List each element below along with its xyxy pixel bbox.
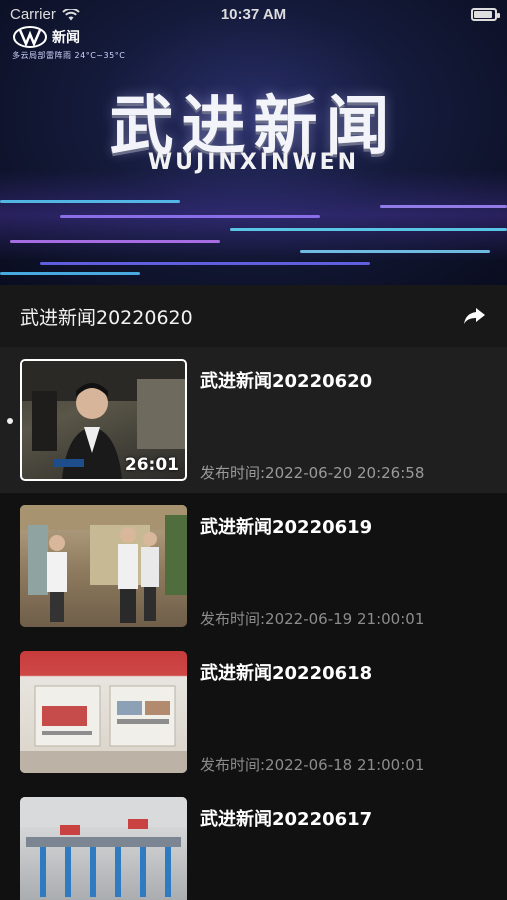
episode-item[interactable]: 26:01 武进新闻20220620 发布时间:2022-06-20 20:26… — [0, 347, 507, 493]
playing-indicator — [7, 418, 13, 424]
publish-date: 发布时间:2022-06-18 21:00:01 — [200, 756, 425, 774]
thumbnail-image — [20, 685, 187, 773]
share-icon[interactable] — [461, 303, 487, 329]
light-streak — [40, 262, 370, 265]
publish-date: 发布时间:2022-06-19 21:00:01 — [200, 610, 425, 628]
wifi-icon — [62, 7, 80, 21]
episode-title: 武进新闻20220617 — [200, 809, 373, 830]
episode-title: 武进新闻20220619 — [200, 517, 373, 538]
episode-title-bar: 武进新闻20220620 — [0, 285, 507, 347]
light-streak — [10, 240, 220, 243]
channel-logo-icon — [13, 26, 47, 48]
light-streak — [60, 215, 320, 218]
episode-thumbnail[interactable] — [20, 505, 187, 627]
episode-item[interactable]: 武进新闻20220618 发布时间:2022-06-18 21:00:01 — [0, 639, 507, 785]
current-episode-title: 武进新闻20220620 — [20, 306, 193, 329]
episode-thumbnail[interactable] — [20, 651, 187, 773]
episode-thumbnail[interactable] — [20, 797, 187, 900]
battery-level — [474, 10, 492, 18]
episode-item[interactable]: 武进新闻20220619 发布时间:2022-06-19 21:00:01 — [0, 493, 507, 639]
program-pinyin: WUJINXINWEN — [147, 150, 360, 175]
light-streak — [230, 228, 507, 231]
weather-ticker: 多云局部雷阵雨 24°C~35°C — [12, 51, 126, 60]
video-duration: 26:01 — [124, 455, 179, 475]
episode-title: 武进新闻20220620 — [200, 371, 373, 392]
light-streak — [0, 200, 180, 203]
episode-item[interactable]: 武进新闻20220617 — [0, 785, 507, 900]
thumbnail-image — [20, 505, 187, 623]
carrier-label: Carrier — [10, 5, 56, 23]
thumbnail-image — [20, 797, 187, 897]
episode-thumbnail[interactable]: 26:01 — [20, 359, 187, 481]
publish-date: 发布时间:2022-06-20 20:26:58 — [200, 464, 425, 482]
light-streak — [380, 205, 507, 208]
channel-logo: 新闻 — [12, 24, 80, 50]
channel-name: 新闻 — [52, 30, 80, 46]
battery-icon — [471, 7, 500, 21]
light-streak — [300, 250, 490, 253]
video-player[interactable]: Carrier 10:37 AM 新闻 多云局部雷阵雨 24°C~35°C 武进… — [0, 0, 507, 285]
clock: 10:37 AM — [220, 5, 287, 23]
episode-list: 26:01 武进新闻20220620 发布时间:2022-06-20 20:26… — [0, 347, 507, 900]
episode-title: 武进新闻20220618 — [200, 663, 373, 684]
light-streak — [0, 272, 140, 275]
